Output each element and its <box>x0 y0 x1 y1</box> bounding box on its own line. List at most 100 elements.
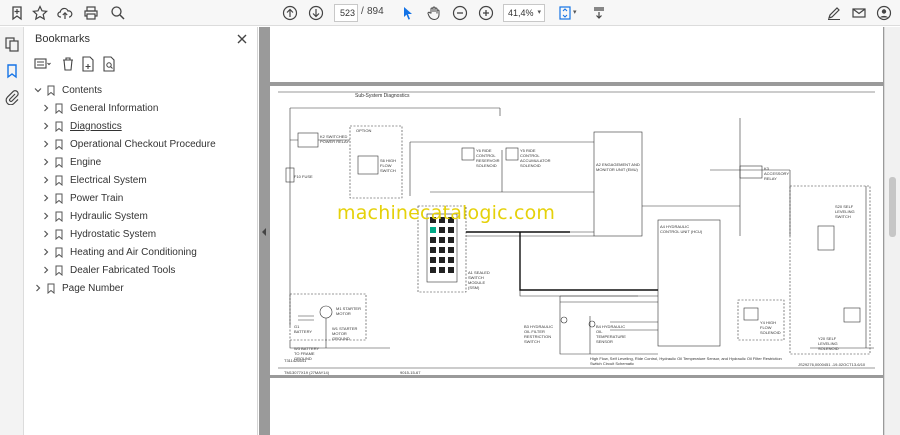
label-battery: G1 BATTERY <box>294 324 313 334</box>
chevron-right-icon[interactable] <box>41 175 51 185</box>
star-icon[interactable] <box>29 2 51 24</box>
label-accessory-relay: K3 ACCESSORY RELAY <box>764 166 789 181</box>
bookmark-item-electrical-system[interactable]: Electrical System <box>41 171 147 189</box>
print-icon[interactable] <box>80 2 102 24</box>
chevron-down-icon: ▾ <box>537 9 541 16</box>
bookmark-label: Contents <box>62 84 103 96</box>
chevron-right-icon[interactable] <box>33 283 43 293</box>
bookmark-options-icon[interactable] <box>33 55 51 73</box>
label-ssm: A1 SEALED SWITCH MODULE (SSM) <box>468 270 490 290</box>
sign-pen-icon[interactable] <box>823 2 845 24</box>
bookmark-flag-icon <box>55 193 63 204</box>
chevron-right-icon[interactable] <box>41 229 51 239</box>
attachment-icon[interactable] <box>4 89 20 106</box>
pdf-page-next <box>270 378 883 435</box>
page-thumbnails-icon[interactable] <box>4 36 20 52</box>
next-page-icon[interactable] <box>305 2 327 24</box>
bookmark-flag-icon <box>55 265 63 276</box>
bookmarks-icon[interactable] <box>4 63 20 79</box>
zoom-out-icon[interactable] <box>449 2 471 24</box>
bookmark-item-diagnostics[interactable]: Diagnostics <box>41 117 122 135</box>
chevron-right-icon[interactable] <box>41 193 51 203</box>
label-hcu: A4 HYDRAULIC CONTROL UNIT (HCU) <box>660 224 703 234</box>
account-icon[interactable] <box>873 2 895 24</box>
label-ride-control-accumulator: Y5 RIDE CONTROL ACCUMULATOR SOLENOID <box>520 148 551 168</box>
chevron-down-icon[interactable] <box>33 85 43 95</box>
new-bookmark-icon[interactable] <box>79 55 97 73</box>
main-toolbar: 523 / 894 41,4% ▾ ▾ <box>0 0 900 26</box>
chevron-right-icon[interactable] <box>41 103 51 113</box>
bookmark-flag-icon <box>55 175 63 186</box>
chevron-right-icon[interactable] <box>41 139 51 149</box>
bookmark-item-dealer-tools[interactable]: Dealer Fabricated Tools <box>41 261 175 279</box>
zoom-level-value: 41,4% <box>508 8 534 18</box>
label-switched-power-relay: K2 SWITCHED POWER RELAY <box>320 134 350 144</box>
bookmark-label: Hydrostatic System <box>70 228 157 240</box>
page-number-input[interactable]: 523 <box>334 4 358 22</box>
chevron-right-icon[interactable] <box>41 121 51 131</box>
bookmark-flag-icon <box>55 247 63 258</box>
bookmark-flag-icon <box>55 229 63 240</box>
bookmark-item-heating-ac[interactable]: Heating and Air Conditioning <box>41 243 197 261</box>
drawing-reference: JS29276,0000451 -19-02OCT13-6/10 <box>798 362 866 367</box>
previous-page-icon[interactable] <box>279 2 301 24</box>
footer-center: 9015-15-67 <box>400 370 421 375</box>
bookmark-item-hydraulic-system[interactable]: Hydraulic System <box>41 207 148 225</box>
cloud-upload-icon[interactable] <box>54 2 76 24</box>
label-oil-temp-sensor: B4 HYDRAULIC OIL TEMPERATURE SENSOR <box>596 324 626 344</box>
close-icon[interactable] <box>235 32 249 46</box>
chevron-left-icon[interactable] <box>261 225 267 236</box>
pdf-page-current: Sub-System Diagnostics K2 SWITCHED POWER… <box>270 86 883 375</box>
bookmark-flag-icon <box>55 211 63 222</box>
scrolling-mode-icon[interactable] <box>588 2 610 24</box>
bookmark-item-page-number[interactable]: Page Number <box>33 279 124 297</box>
page-header: Sub-System Diagnostics <box>355 93 410 99</box>
bookmark-label: Electrical System <box>70 174 147 186</box>
page-separator: / <box>361 6 364 17</box>
bookmark-item-operational-checkout[interactable]: Operational Checkout Procedure <box>41 135 216 153</box>
bookmark-add-icon[interactable] <box>6 2 28 24</box>
zoom-in-icon[interactable] <box>475 2 497 24</box>
bookmark-item-general-information[interactable]: General Information <box>41 99 158 117</box>
vertical-scrollbar[interactable] <box>884 27 900 435</box>
chevron-right-icon[interactable] <box>41 211 51 221</box>
select-cursor-icon[interactable] <box>397 2 419 24</box>
pdf-page-previous <box>270 27 883 82</box>
zoom-level-dropdown[interactable]: 41,4% ▾ <box>503 4 545 22</box>
bookmark-item-contents[interactable]: Contents <box>33 81 102 99</box>
chevron-right-icon[interactable] <box>41 157 51 167</box>
scrollbar-thumb[interactable] <box>889 177 896 237</box>
label-option: OPTION <box>356 128 372 133</box>
page-total: 894 <box>367 6 384 17</box>
watermark-text: machinecatalogic.com <box>337 202 556 224</box>
bookmark-item-hydrostatic-system[interactable]: Hydrostatic System <box>41 225 156 243</box>
document-viewport[interactable]: Sub-System Diagnostics K2 SWITCHED POWER… <box>259 27 900 435</box>
mail-icon[interactable] <box>848 2 870 24</box>
hand-tool-icon[interactable] <box>423 2 445 24</box>
label-high-flow-switch: S6 HIGH FLOW SWITCH <box>380 158 397 173</box>
chevron-down-icon[interactable]: ▾ <box>573 8 577 16</box>
delete-icon[interactable] <box>59 55 77 73</box>
bookmarks-panel: Bookmarks Contents General Information D… <box>25 27 258 435</box>
bookmark-item-power-train[interactable]: Power Train <box>41 189 123 207</box>
bookmark-flag-icon <box>47 85 55 96</box>
figure-id: T311426641 <box>284 358 307 363</box>
bookmark-label: Hydraulic System <box>70 210 148 222</box>
label-high-flow-solenoid: Y4 HIGH FLOW SOLENOID <box>760 320 781 335</box>
bookmark-label: Power Train <box>70 192 124 204</box>
chevron-right-icon[interactable] <box>41 247 51 257</box>
label-starter-ground: W1 STARTER MOTOR GROUND <box>332 326 358 341</box>
label-ride-control-reservoir: Y6 RIDE CONTROL RESERVOIR SOLENOID <box>476 148 500 168</box>
bookmark-flag-icon <box>55 139 63 150</box>
search-icon[interactable] <box>107 2 129 24</box>
bookmark-item-engine[interactable]: Engine <box>41 153 101 171</box>
chevron-right-icon[interactable] <box>41 265 51 275</box>
bookmark-label: Operational Checkout Procedure <box>70 138 216 150</box>
bookmark-label: Diagnostics <box>70 120 122 132</box>
label-self-leveling-solenoid: Y20 SELF LEVELING SOLENOID <box>818 336 839 351</box>
bookmark-flag-icon <box>55 157 63 168</box>
bookmark-label: Dealer Fabricated Tools <box>70 264 176 276</box>
find-bookmark-icon[interactable] <box>100 55 118 73</box>
panel-title: Bookmarks <box>35 33 91 45</box>
schematic-caption: High Flow, Self Leveling, Ride Control, … <box>590 356 782 366</box>
